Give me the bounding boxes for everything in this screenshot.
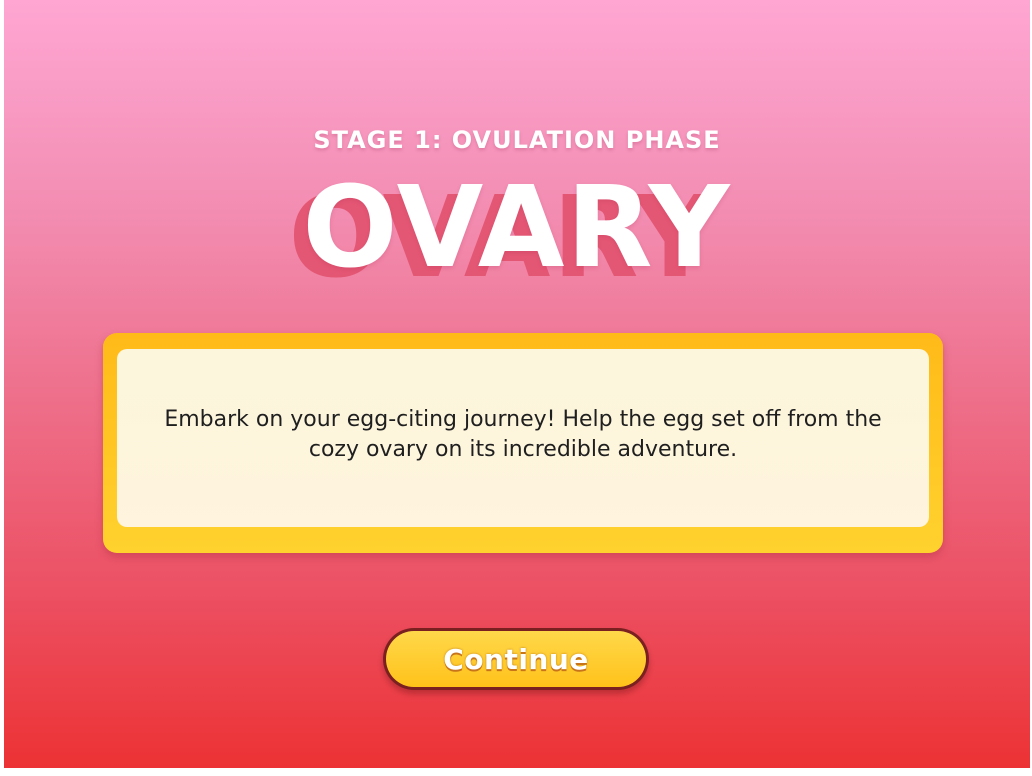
description-text: Embark on your egg-citing journey! Help … <box>164 407 882 462</box>
game-screen: STAGE 1: OVULATION PHASE OVARY OVARY Emb… <box>4 0 1030 768</box>
stage-title: OVARY OVARY <box>4 163 1030 298</box>
stage-title-text: OVARY <box>302 163 732 293</box>
continue-button-label: Continue <box>443 642 589 676</box>
continue-button[interactable]: Continue <box>383 628 649 690</box>
description-card: Embark on your egg-citing journey! Help … <box>103 333 943 553</box>
stage-label: STAGE 1: OVULATION PHASE <box>313 126 721 154</box>
continue-button-face[interactable]: Continue <box>386 631 646 687</box>
description-card-body: Embark on your egg-citing journey! Help … <box>117 349 929 527</box>
